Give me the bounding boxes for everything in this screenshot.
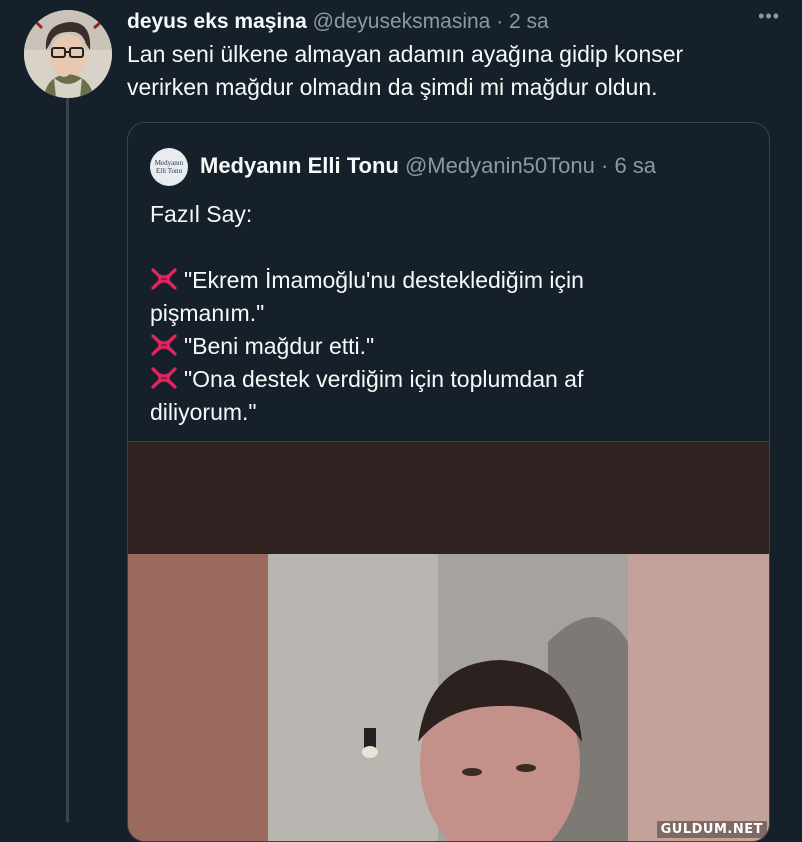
anger-symbol-icon <box>151 268 177 290</box>
quote-line-text: "Ekrem İmamoğlu'nu desteklediğim için <box>184 267 584 293</box>
author-avatar[interactable] <box>24 10 112 98</box>
separator-dot: · <box>496 10 504 33</box>
avatar-illustration <box>24 10 112 98</box>
quoted-tweet[interactable]: Medyanın Elli Tonu Medyanın Elli Tonu @M… <box>127 122 770 842</box>
quote-line: Fazıl Say: <box>150 201 253 227</box>
tweet-timestamp[interactable]: 2 sa <box>509 10 549 33</box>
quoted-tweet-media[interactable]: GULDUM.NET <box>128 441 769 841</box>
quote-line: "Ona destek verdiğim için toplumdan af <box>150 363 750 396</box>
quote-line: "Beni mağdur etti." <box>150 330 750 363</box>
watermark: GULDUM.NET <box>656 821 767 838</box>
author-name[interactable]: deyus eks maşina <box>127 10 307 33</box>
quoted-author-handle[interactable]: @Medyanin50Tonu <box>405 153 595 178</box>
quoted-tweet-header: Medyanın Elli Tonu Medyanın Elli Tonu @M… <box>150 148 759 186</box>
anger-symbol-icon <box>151 334 177 356</box>
separator-dot: · <box>600 153 609 178</box>
quote-line-blank <box>150 231 750 264</box>
anger-symbol-icon <box>151 367 177 389</box>
quote-line: pişmanım." <box>150 300 265 326</box>
quoted-author-name[interactable]: Medyanın Elli Tonu <box>200 153 399 178</box>
quote-line-text: "Ona destek verdiğim için toplumdan af <box>184 366 584 392</box>
quoted-tweet-timestamp[interactable]: 6 sa <box>614 153 656 178</box>
quote-line: diliyorum." <box>150 399 257 425</box>
quoted-author-avatar[interactable]: Medyanın Elli Tonu <box>150 148 188 186</box>
quote-line-text: "Beni mağdur etti." <box>184 333 375 359</box>
quoted-avatar-text-line2: Elli Tonu <box>155 167 183 175</box>
more-icon[interactable]: ••• <box>758 6 780 27</box>
quoted-avatar-text-line1: Medyanın <box>154 159 184 167</box>
tweet-header: deyus eks maşina @deyuseksmasina · 2 sa <box>127 7 782 37</box>
video-thumbnail <box>128 442 769 841</box>
quoted-tweet-text: Fazıl Say: "Ekrem İmamoğlu'nu destekledi… <box>150 198 750 429</box>
thread-line <box>66 98 69 822</box>
quote-line: "Ekrem İmamoğlu'nu desteklediğim için <box>150 264 750 297</box>
author-handle[interactable]: @deyuseksmasina <box>313 10 491 33</box>
tweet-text: Lan seni ülkene almayan adamın ayağına g… <box>127 41 684 100</box>
